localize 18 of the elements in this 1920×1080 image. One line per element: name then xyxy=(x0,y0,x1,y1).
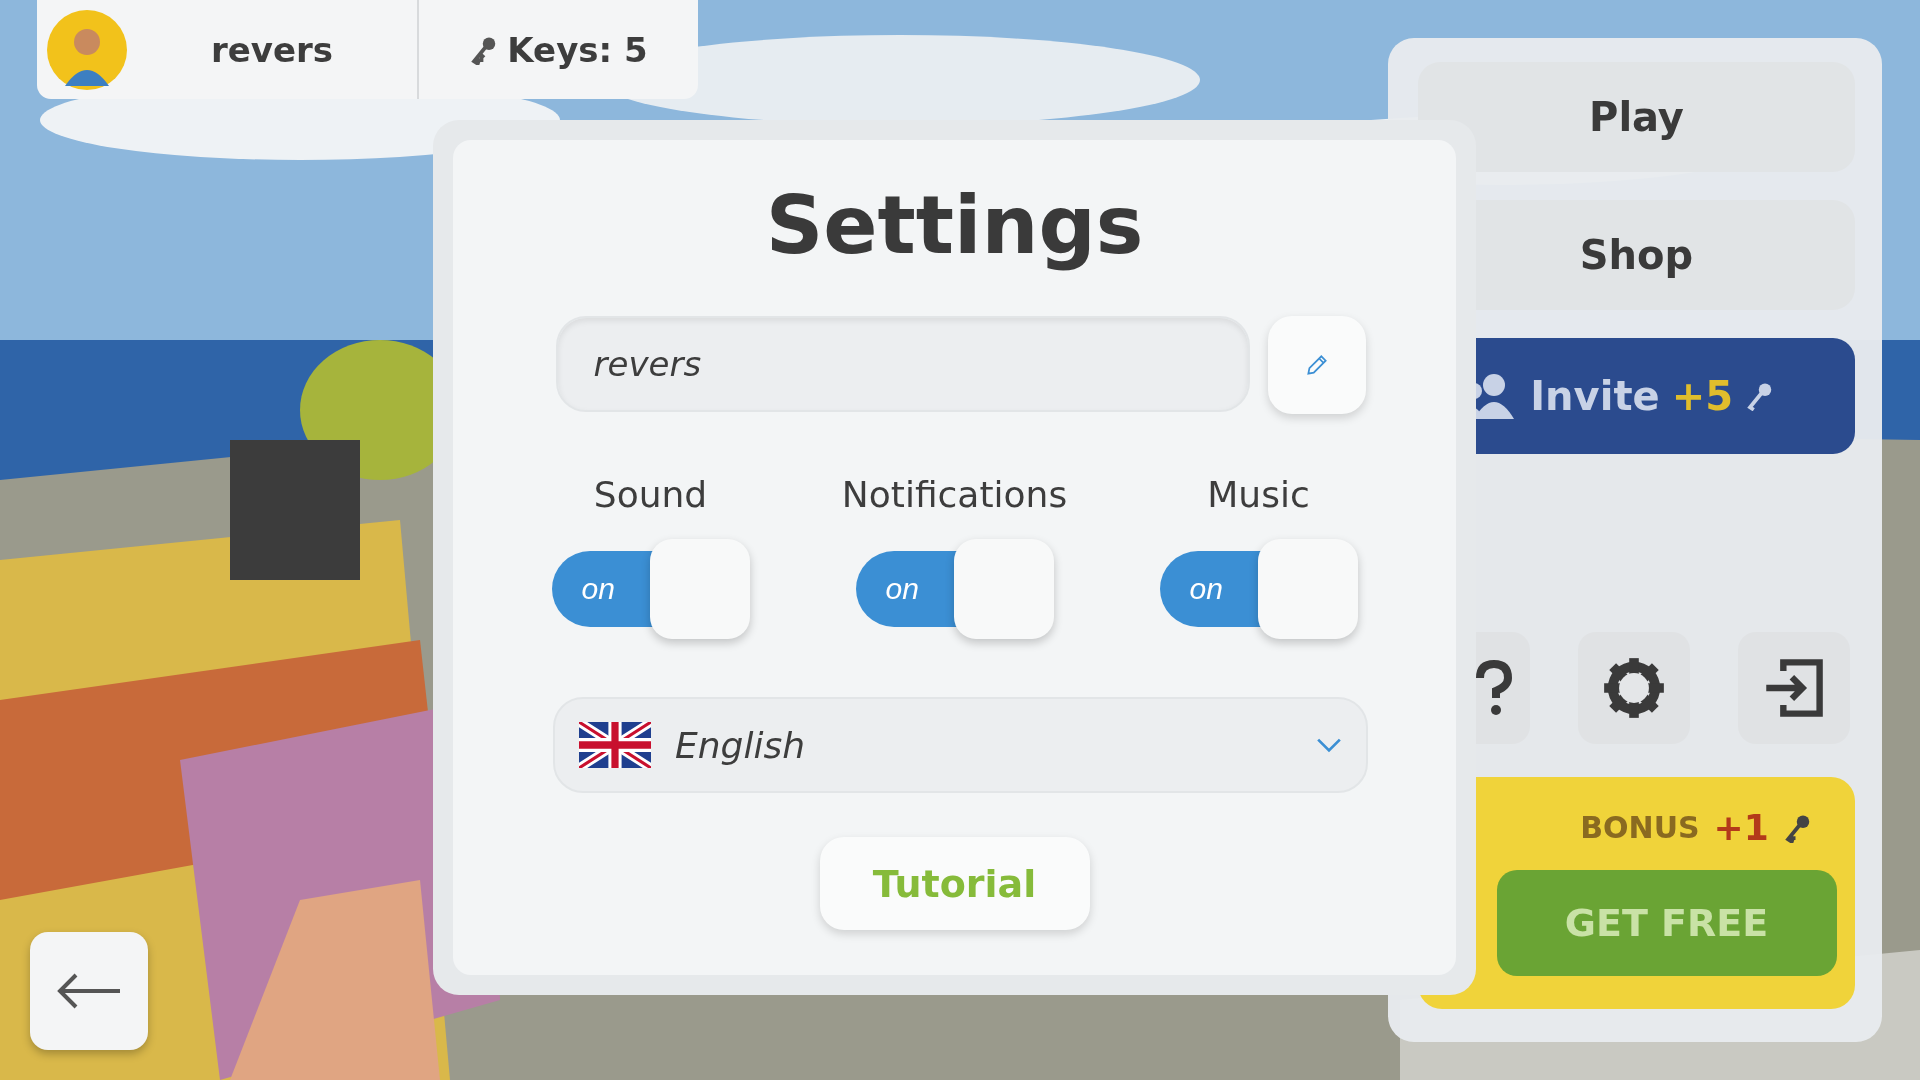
toggle-label: Music xyxy=(1207,474,1310,515)
toggle-label: Sound xyxy=(593,474,708,515)
keys-count: Keys: 5 xyxy=(507,29,648,70)
player-name: revers xyxy=(209,29,335,70)
gear-icon xyxy=(1602,656,1666,720)
exit-button[interactable] xyxy=(1738,632,1850,744)
back-button[interactable] xyxy=(30,932,148,1050)
chevron-down-icon xyxy=(1316,737,1342,753)
bonus-label: BONUS xyxy=(1580,810,1700,845)
language-dropdown[interactable]: English xyxy=(553,697,1368,793)
name-field[interactable]: revers xyxy=(555,316,1250,412)
avatar-icon[interactable] xyxy=(47,9,127,90)
toggle-label: Notifications xyxy=(841,474,1068,515)
uk-flag-icon xyxy=(579,722,651,768)
bonus-reward: +1 xyxy=(1713,807,1769,848)
dialog-title: Settings xyxy=(765,178,1144,274)
menu-button[interactable]: Play xyxy=(1418,62,1855,172)
settings-button[interactable] xyxy=(1578,632,1690,744)
